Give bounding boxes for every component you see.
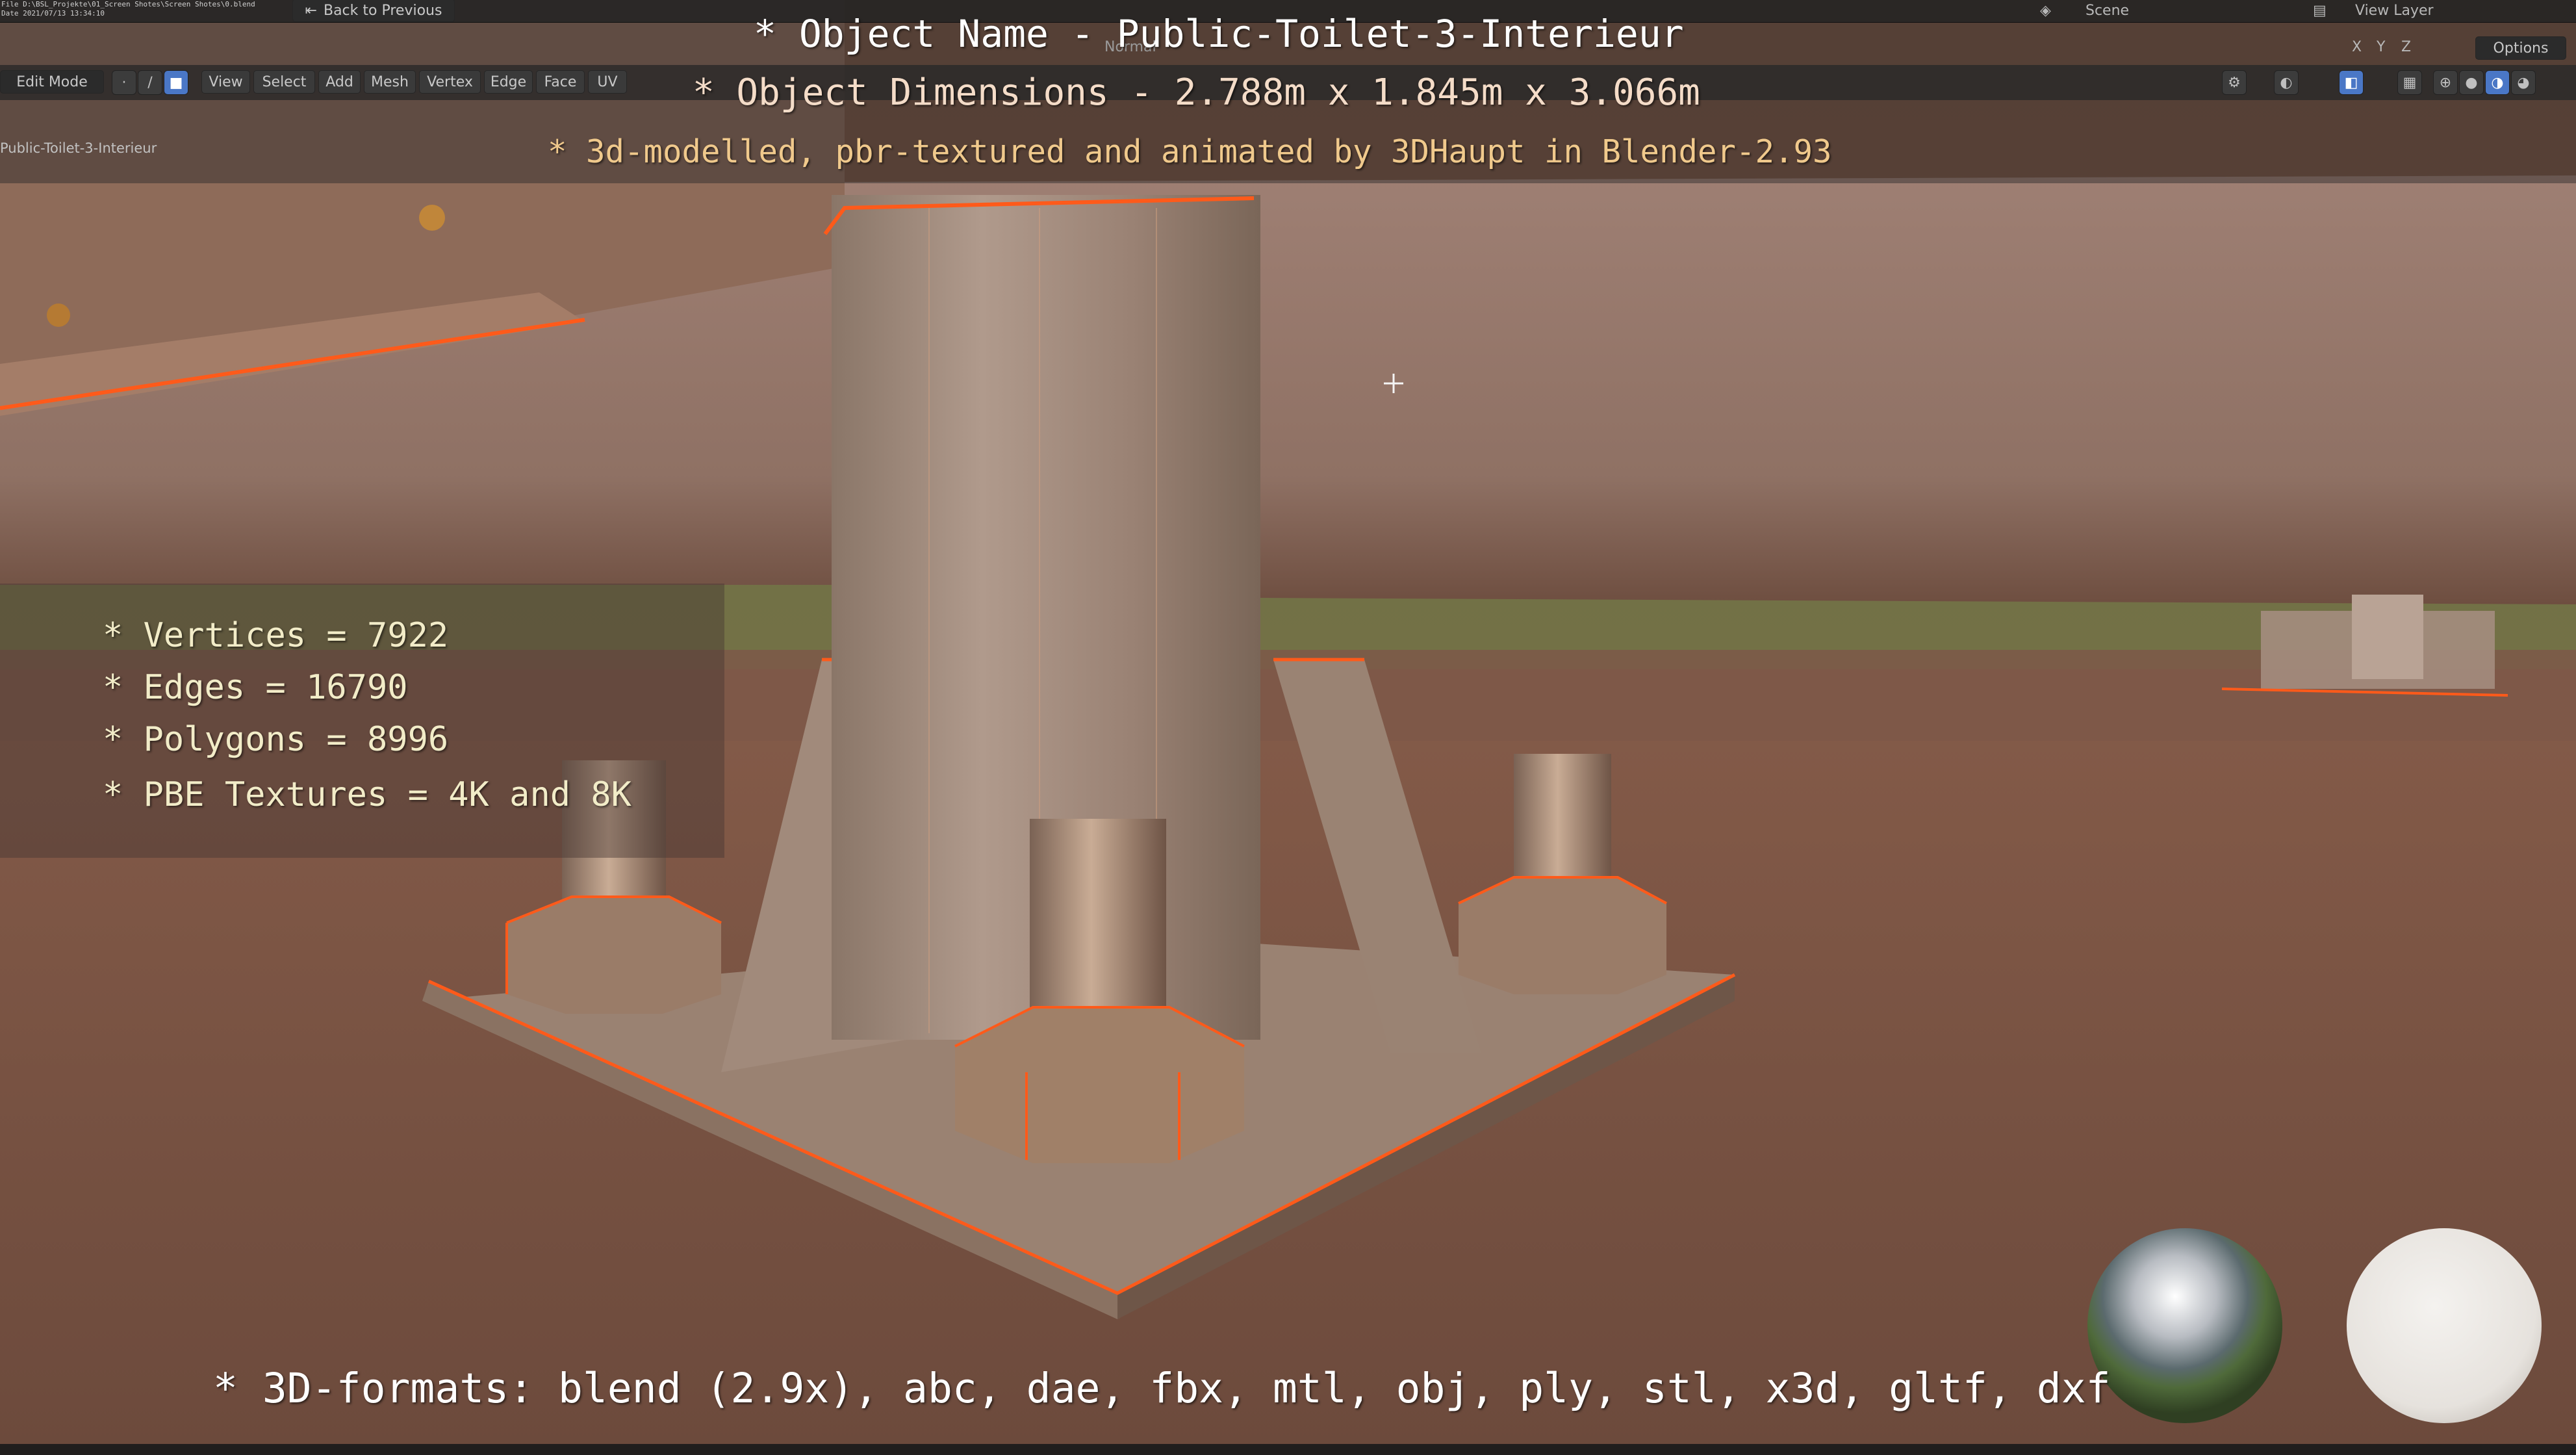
formats-line: * 3D-formats: blend (2.9x), abc, dae, fb…: [213, 1365, 2111, 1412]
scene-icon[interactable]: ◈: [2040, 3, 2051, 19]
mesh-stats-box: * Vertices = 7922 * Edges = 16790 * Poly…: [0, 584, 724, 858]
polygons-count: * Polygons = 8996: [103, 720, 449, 759]
mode-select-label: Edit Mode: [16, 73, 88, 90]
edge-select-icon[interactable]: /: [138, 70, 162, 95]
textures-info: * PBE Textures = 4K and 8K: [103, 775, 631, 814]
axis-toggle-x[interactable]: X: [2352, 39, 2362, 55]
menu-view-label: View: [209, 73, 243, 90]
menu-select[interactable]: Select: [253, 70, 315, 94]
object-dimensions: * Object Dimensions - 2.788m x 1.845m x …: [693, 71, 1700, 114]
wireframe-shading-icon[interactable]: ⊕: [2433, 70, 2458, 95]
menu-mesh-label: Mesh: [371, 73, 409, 90]
face-select-icon[interactable]: ■: [164, 70, 188, 95]
viewport-gizmo-icon[interactable]: ⚙: [2222, 70, 2247, 95]
axis-x-label: X: [2352, 39, 2362, 55]
status-bar: [0, 1444, 2576, 1455]
object-name-title: * Object Name - Public-Toilet-3-Interieu…: [754, 12, 1684, 56]
active-object-label: Public-Toilet-3-Interieur: [0, 140, 157, 156]
menu-edge-label: Edge: [490, 73, 527, 90]
toggle-xray-icon[interactable]: ▦: [2397, 70, 2422, 95]
menu-uv-label: UV: [597, 73, 618, 90]
rendered-shading-icon[interactable]: ◕: [2511, 70, 2536, 95]
back-to-previous-button[interactable]: ⇤ Back to Previous: [292, 0, 455, 22]
menu-face[interactable]: Face: [536, 70, 585, 94]
menu-view[interactable]: View: [201, 70, 250, 94]
axis-toggle-y[interactable]: Y: [2377, 39, 2385, 55]
menu-vertex[interactable]: Vertex: [419, 70, 481, 94]
view-layer-icon[interactable]: ▤: [2313, 3, 2327, 19]
options-dropdown[interactable]: Options: [2475, 36, 2566, 60]
menu-add-label: Add: [325, 73, 353, 90]
xray-icon[interactable]: ◧: [2339, 70, 2364, 95]
edges-count: * Edges = 16790: [103, 668, 408, 707]
options-label: Options: [2493, 40, 2549, 57]
render-info-line-2: Date 2021/07/13 13:34:10: [1, 9, 105, 18]
vertices-count: * Vertices = 7922: [103, 616, 449, 655]
menu-add[interactable]: Add: [318, 70, 361, 94]
menu-vertex-label: Vertex: [427, 73, 473, 90]
axis-z-label: Z: [2401, 39, 2412, 55]
back-icon: ⇤: [305, 2, 317, 19]
menu-edge[interactable]: Edge: [484, 70, 533, 94]
view-layer-selector[interactable]: View Layer: [2355, 3, 2434, 19]
menu-select-label: Select: [262, 73, 307, 90]
hdri-diffuse-sphere-icon: [2347, 1228, 2542, 1423]
credit-line: * 3d-modelled, pbr-textured and animated…: [548, 133, 1832, 170]
vertex-select-icon[interactable]: ·: [112, 70, 136, 95]
menu-mesh[interactable]: Mesh: [364, 70, 416, 94]
mode-select[interactable]: Edit Mode: [0, 70, 104, 94]
axis-toggle-z[interactable]: Z: [2401, 39, 2411, 55]
overlays-icon[interactable]: ◐: [2274, 70, 2299, 95]
hdri-chrome-sphere-icon: [2087, 1228, 2282, 1423]
render-info-line-1: File D:\BSL_Projekte\01_Screen Shotes\Sc…: [1, 0, 255, 8]
scene-selector[interactable]: Scene: [2085, 3, 2129, 19]
3d-viewport[interactable]: File D:\BSL_Projekte\01_Screen Shotes\Sc…: [0, 0, 2576, 1455]
material-shading-icon[interactable]: ◑: [2485, 70, 2510, 95]
axis-y-label: Y: [2377, 39, 2386, 55]
solid-shading-icon[interactable]: ●: [2459, 70, 2484, 95]
menu-uv[interactable]: UV: [588, 70, 627, 94]
back-to-previous-label: Back to Previous: [323, 2, 442, 19]
menu-face-label: Face: [544, 73, 577, 90]
